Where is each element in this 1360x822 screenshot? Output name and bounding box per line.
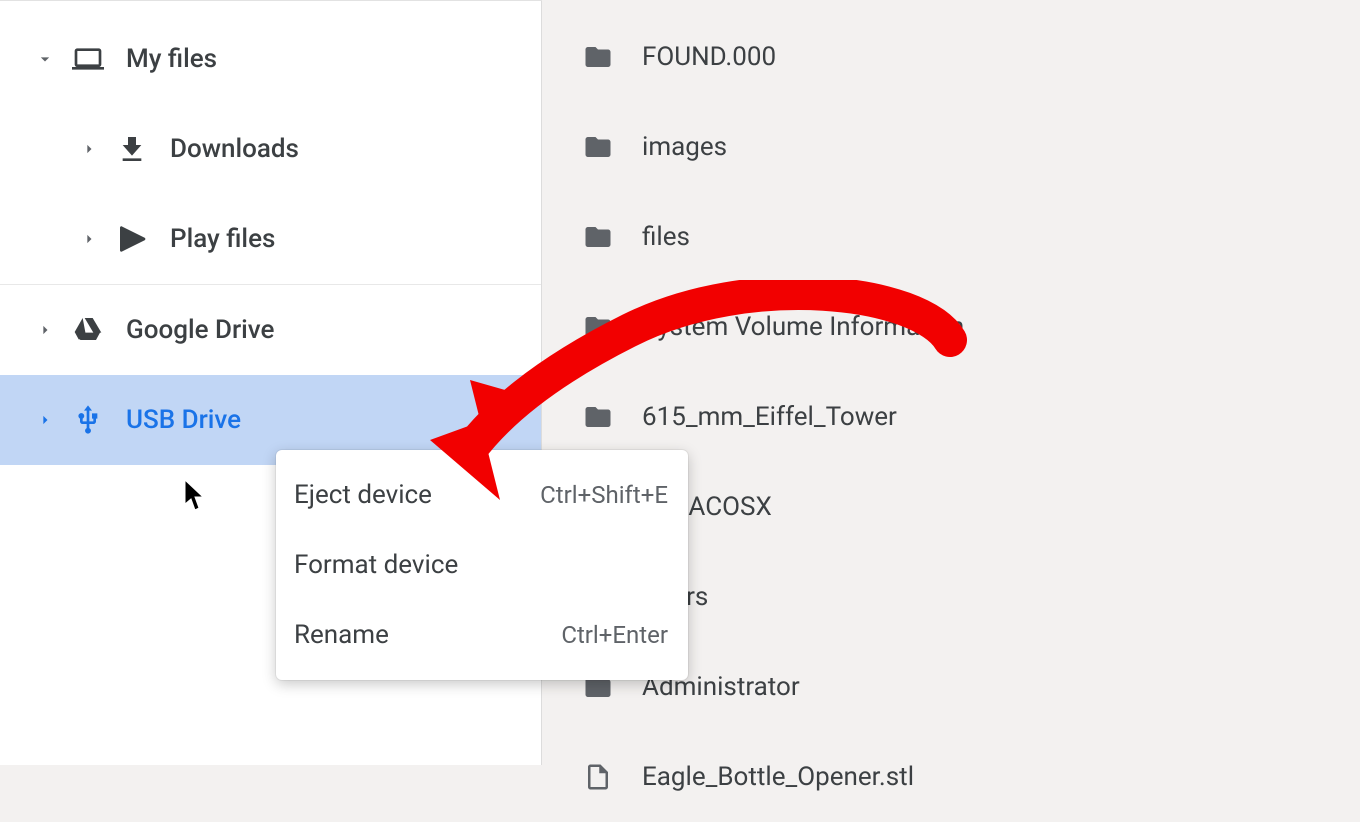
folder-icon	[582, 41, 614, 73]
context-menu: Eject device Ctrl+Shift+E Format device …	[276, 450, 688, 680]
menu-item-shortcut: Ctrl+Enter	[561, 621, 668, 649]
usb-icon	[68, 400, 108, 440]
google-drive-icon	[68, 310, 108, 350]
chevron-right-icon[interactable]	[32, 320, 58, 340]
list-item[interactable]: System Volume Information	[542, 282, 1360, 372]
sidebar-item-label: USB Drive	[126, 405, 541, 435]
chevron-down-icon[interactable]	[32, 49, 58, 69]
sidebar-item-my-files[interactable]: My files	[0, 14, 541, 104]
list-item[interactable]: images	[542, 102, 1360, 192]
file-icon	[582, 761, 614, 793]
file-name: 615_mm_Eiffel_Tower	[642, 402, 897, 432]
file-name: Eagle_Bottle_Opener.stl	[642, 762, 914, 792]
menu-item-label: Rename	[294, 620, 389, 650]
file-name: System Volume Information	[642, 312, 964, 342]
file-name: images	[642, 132, 727, 162]
sidebar-item-play-files[interactable]: Play files	[0, 194, 541, 284]
cursor-icon	[185, 480, 209, 514]
chevron-right-icon[interactable]	[76, 229, 102, 249]
sidebar-item-label: Downloads	[170, 134, 541, 164]
chevron-right-icon[interactable]	[32, 410, 58, 430]
menu-item-rename[interactable]: Rename Ctrl+Enter	[276, 600, 688, 670]
list-item[interactable]: Eagle_Bottle_Opener.stl	[542, 732, 1360, 822]
play-icon	[112, 219, 152, 259]
sidebar-item-label: Play files	[170, 224, 541, 254]
menu-item-format-device[interactable]: Format device	[276, 530, 688, 600]
folder-icon	[582, 401, 614, 433]
list-item[interactable]: 615_mm_Eiffel_Tower	[542, 372, 1360, 462]
download-icon	[112, 129, 152, 169]
sidebar-divider	[0, 0, 542, 1]
sidebar-item-label: My files	[126, 44, 541, 74]
list-item[interactable]: files	[542, 192, 1360, 282]
sidebar-item-google-drive[interactable]: Google Drive	[0, 285, 541, 375]
file-name: FOUND.000	[642, 42, 776, 72]
chevron-right-icon[interactable]	[76, 139, 102, 159]
folder-icon	[582, 131, 614, 163]
menu-item-shortcut: Ctrl+Shift+E	[540, 481, 668, 509]
folder-icon	[582, 311, 614, 343]
menu-item-eject-device[interactable]: Eject device Ctrl+Shift+E	[276, 460, 688, 530]
menu-item-label: Format device	[294, 550, 458, 580]
folder-icon	[582, 221, 614, 253]
sidebar-item-label: Google Drive	[126, 315, 541, 345]
list-item[interactable]: FOUND.000	[542, 12, 1360, 102]
laptop-icon	[68, 39, 108, 79]
file-name: files	[642, 222, 690, 252]
menu-item-label: Eject device	[294, 480, 432, 510]
sidebar-item-downloads[interactable]: Downloads	[0, 104, 541, 194]
